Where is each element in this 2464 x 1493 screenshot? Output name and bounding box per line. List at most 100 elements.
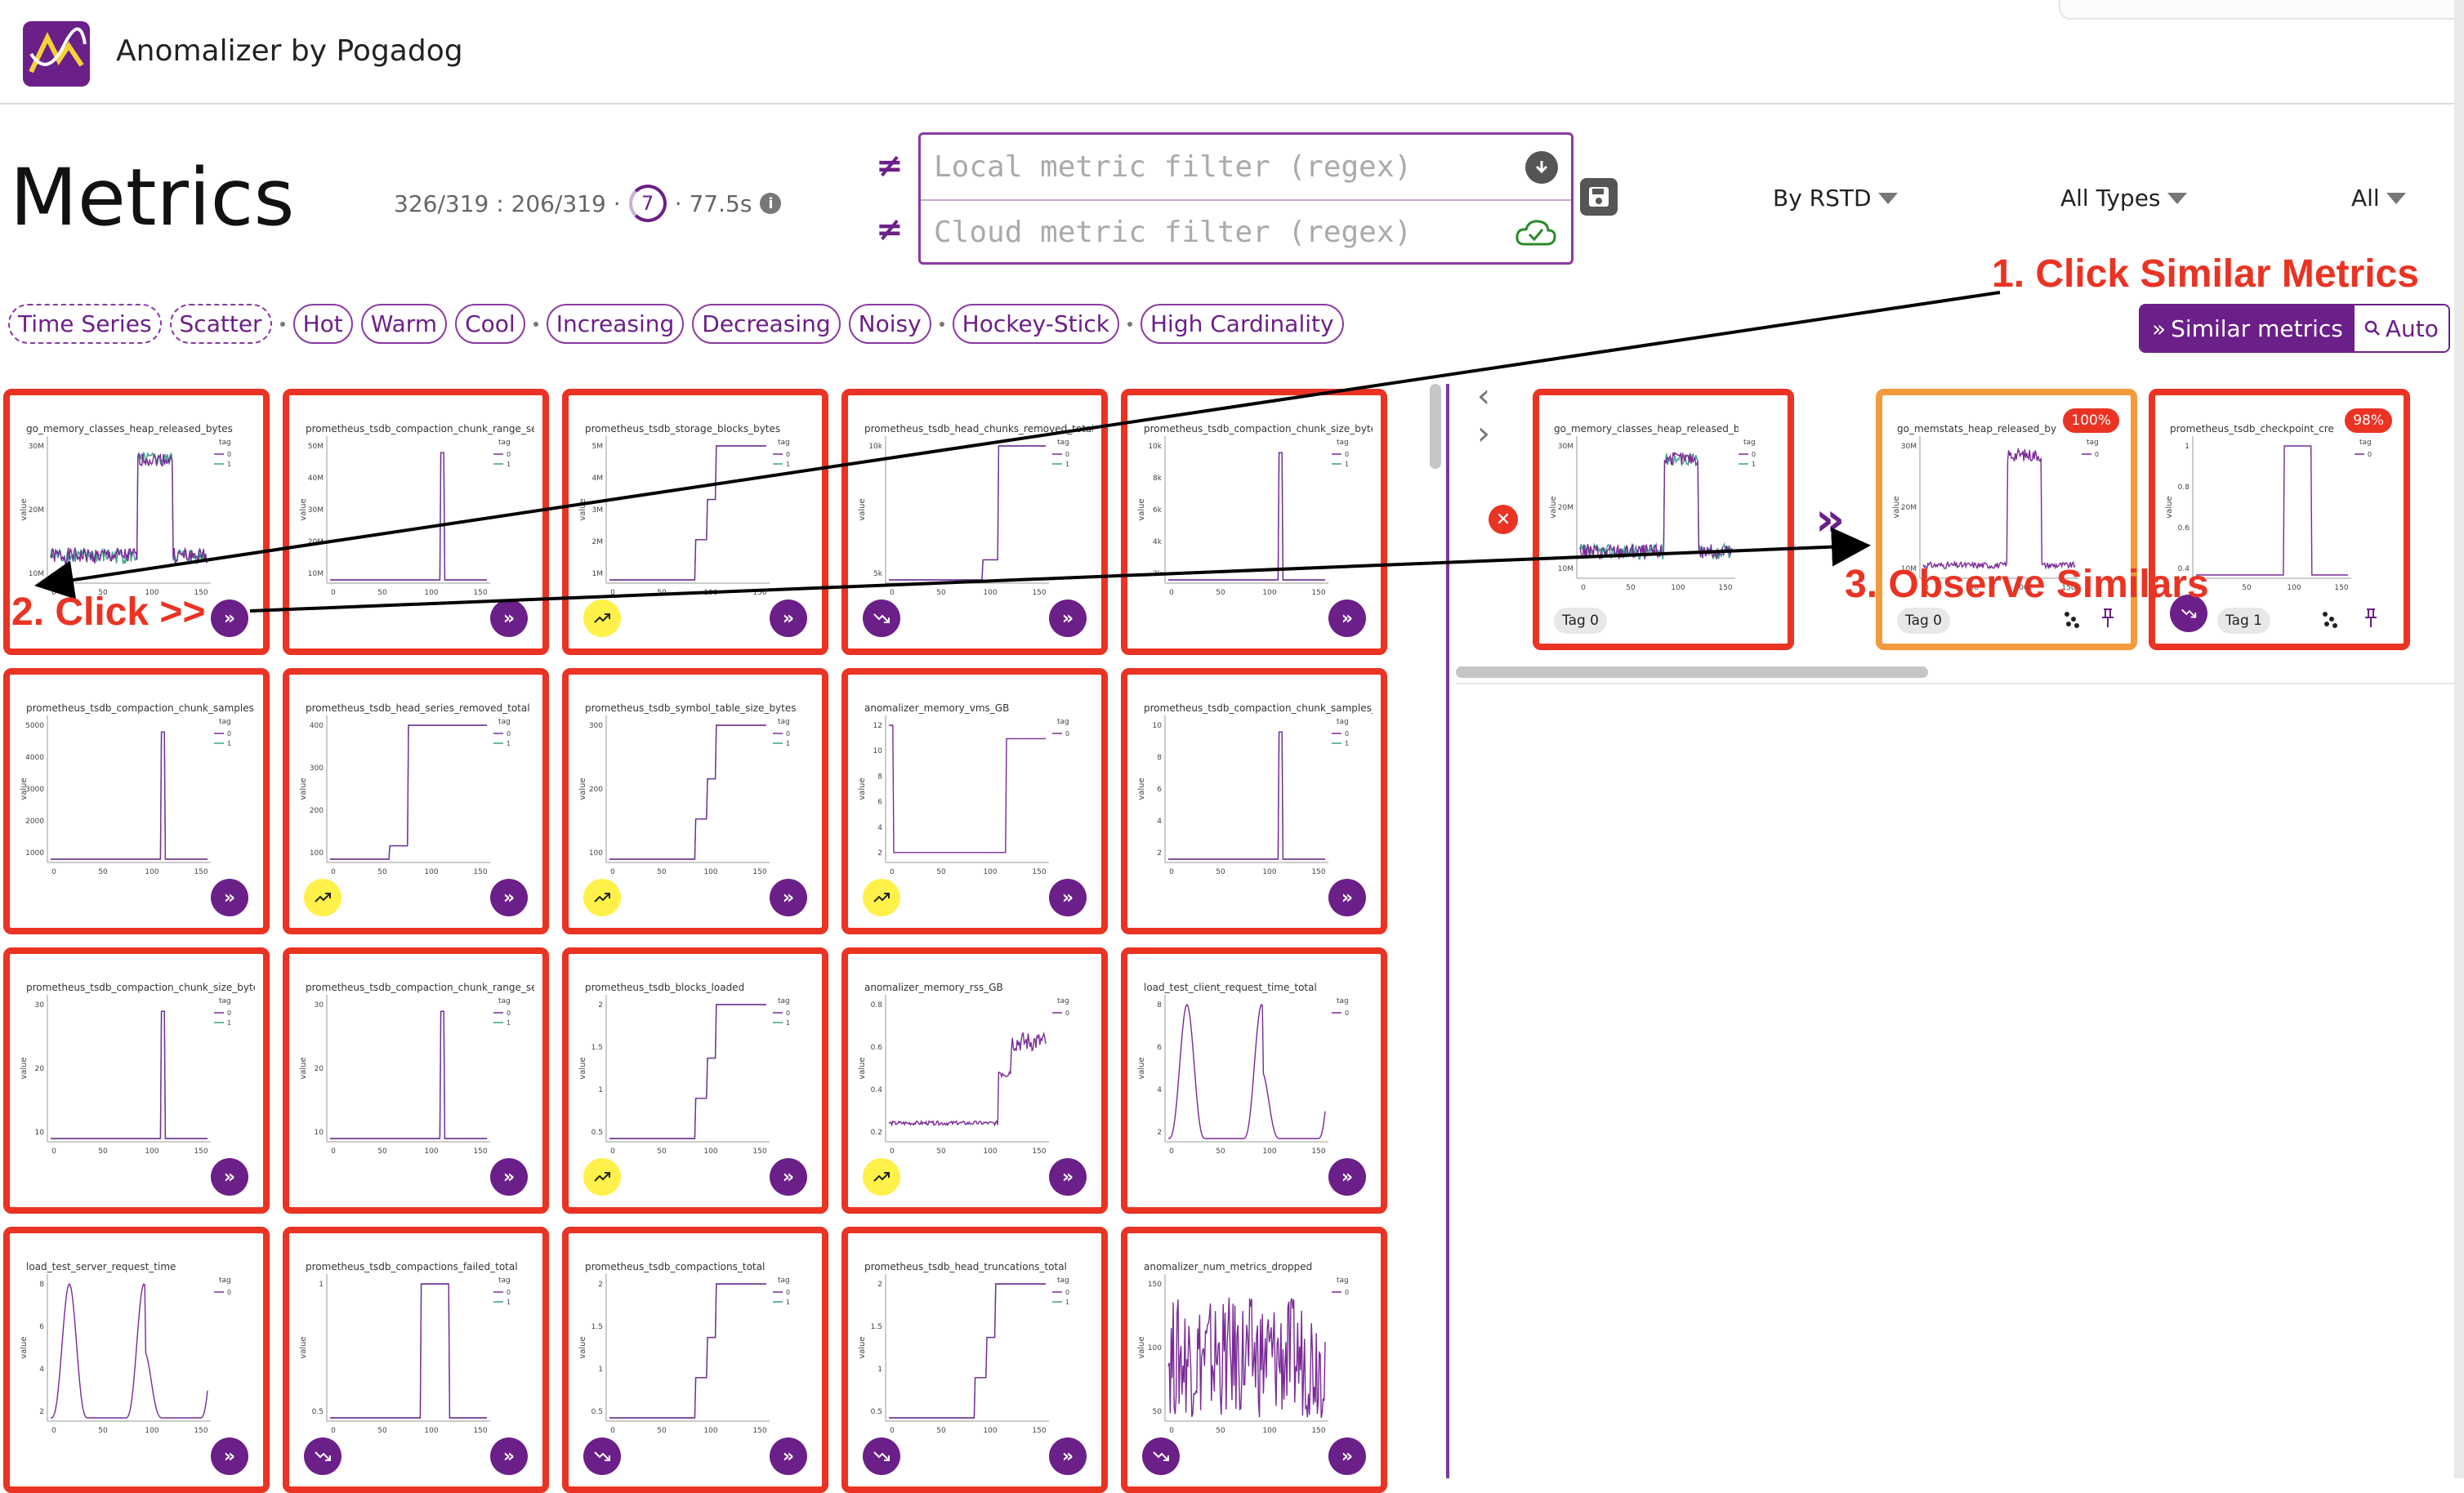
cloud-metric-filter-input[interactable] — [934, 216, 1514, 249]
pin-icon[interactable] — [2100, 608, 2116, 629]
tag-pill[interactable]: Tag 0 — [1897, 608, 1950, 634]
similar-forward-button[interactable]: » — [490, 599, 528, 637]
metric-card[interactable]: 2 1.5 1 0.5 0 50 100 150 value tag 0 1 prometheus_ts… — [562, 947, 828, 1214]
y-tick-label: 12 — [873, 722, 882, 730]
series-line — [1922, 447, 2076, 570]
axis-label: value — [2165, 496, 2174, 518]
legend-label: 0 — [507, 1009, 511, 1017]
trend-up-icon[interactable] — [583, 599, 621, 637]
similar-forward-button[interactable]: » — [1049, 879, 1087, 916]
pin-icon[interactable] — [2363, 608, 2379, 629]
similar-forward-button[interactable]: » — [1328, 1437, 1366, 1475]
chip-cool[interactable]: Cool — [455, 304, 525, 344]
metric-card[interactable]: 10k 5k 0 50 100 150 value tag 0 1 prometheus_tsdb_… — [841, 389, 1108, 655]
chip-hot[interactable]: Hot — [292, 304, 353, 344]
similar-forward-button[interactable]: » — [1049, 1437, 1087, 1475]
similar-forward-button[interactable]: » — [490, 1437, 528, 1475]
metric-title: prometheus_tsdb_blocks_loaded — [585, 982, 745, 993]
metric-card[interactable]: 10k 8k 6k 4k 2k 0 50 100 150 value tag 0 1 prometheus… — [1121, 389, 1387, 655]
similar-forward-button[interactable]: » — [770, 599, 807, 637]
chip-hockey-stick[interactable]: Hockey-Stick — [952, 304, 1119, 344]
tag-pill[interactable]: Tag 0 — [1554, 608, 1607, 634]
similar-metric-card[interactable]: 30M 20M 10M 0 50 100 150 value tag 0 go_memstats_h… — [1876, 389, 2137, 650]
trend-down-icon[interactable] — [304, 1437, 341, 1475]
trend-up-icon[interactable] — [304, 879, 341, 916]
metric-card[interactable]: 12 10 8 6 4 2 0 50 100 150 value tag 0 anomalizer_mem… — [841, 668, 1108, 934]
scatter-icon[interactable] — [2320, 609, 2340, 629]
close-icon[interactable]: ✕ — [1489, 505, 1518, 534]
sort-dropdown[interactable]: By RSTD — [1773, 185, 1898, 212]
similar-forward-button[interactable]: » — [211, 1158, 248, 1196]
metric-card[interactable]: 2 1.5 1 0.5 0 50 100 150 value tag 0 1 prometheus_ts… — [562, 1227, 828, 1493]
trend-up-icon[interactable] — [583, 879, 621, 916]
refresh-ring-indicator[interactable]: 7 — [628, 185, 667, 222]
types-dropdown[interactable]: All Types — [2060, 185, 2187, 212]
trend-down-icon[interactable] — [863, 1437, 900, 1475]
metric-card[interactable]: 8 6 4 2 0 50 100 150 value tag 0 load_test_server_r… — [3, 1227, 270, 1493]
metric-title: load_test_server_request_time — [26, 1261, 176, 1272]
scatter-icon[interactable] — [2062, 609, 2082, 629]
metric-card[interactable]: 400 300 200 100 0 50 100 150 value tag 0 1 prometheu… — [283, 668, 549, 934]
similar-metric-card[interactable]: 1 0.8 0.6 0.4 0 50 100 150 value tag 0 prometheus_t… — [2149, 389, 2410, 650]
metric-card[interactable]: 1 0.5 0 50 100 150 value tag 0 1 prometheus_tsdb_c… — [283, 1227, 549, 1493]
metric-card[interactable]: 50M 40M 30M 20M 10M 0 50 100 150 value tag 0 1 promet… — [283, 389, 549, 655]
metric-card[interactable]: 30 20 10 0 50 100 150 value tag 0 1 prometheus_tsdb… — [283, 947, 549, 1214]
metric-card[interactable]: 0.8 0.6 0.4 0.2 0 50 100 150 value tag 0 anomalizer… — [841, 947, 1108, 1214]
similar-forward-button[interactable]: » — [770, 879, 807, 916]
window-edge — [2454, 0, 2464, 1478]
x-tick-label: 100 — [1262, 589, 1276, 597]
metric-card[interactable]: 30 20 10 0 50 100 150 value tag 0 1 prometheus_tsdb… — [3, 947, 270, 1214]
local-metric-filter-input[interactable] — [934, 150, 1525, 184]
similar-forward-button[interactable]: » — [211, 879, 248, 916]
metric-card[interactable]: 10 8 6 4 2 0 50 100 150 value tag 0 1 prometheus_tsdb… — [1121, 668, 1387, 934]
similar-metric-card[interactable]: 30M 20M 10M 0 50 100 150 value tag 0 1 go_memory_cl… — [1533, 389, 1794, 650]
local-not-equal-toggle[interactable]: ≠ — [876, 147, 904, 185]
chip-high-cardinality[interactable]: High Cardinality — [1140, 304, 1344, 344]
panel-divider[interactable] — [1446, 384, 1449, 1478]
tag-pill[interactable]: Tag 1 — [2217, 608, 2270, 634]
metric-card[interactable]: 5M 4M 3M 2M 1M 0 50 100 150 value tag 0 1 prometheus_… — [562, 389, 828, 655]
all-dropdown[interactable]: All — [2351, 185, 2406, 212]
chip-time-series[interactable]: Time Series — [8, 304, 162, 344]
similar-forward-button[interactable]: » — [1049, 599, 1087, 637]
auto-button[interactable]: Auto — [2354, 305, 2448, 351]
chevron-left-icon[interactable]: ‹ — [1477, 377, 1490, 415]
metric-card[interactable]: 2 1.5 1 0.5 0 50 100 150 value tag 0 1 prometheus_ts… — [841, 1227, 1108, 1493]
y-tick-label: 1 — [319, 1281, 324, 1289]
similar-forward-button[interactable]: » — [770, 1437, 807, 1475]
chip-decreasing[interactable]: Decreasing — [692, 304, 841, 344]
cloud-not-equal-toggle[interactable]: ≠ — [876, 211, 904, 248]
chip-noisy[interactable]: Noisy — [848, 304, 931, 344]
similar-forward-button[interactable]: » — [211, 1437, 248, 1475]
trend-down-icon[interactable] — [583, 1437, 621, 1475]
metric-card[interactable]: 300 200 100 0 50 100 150 value tag 0 1 prometheus_t… — [562, 668, 828, 934]
metric-card[interactable]: 8 6 4 2 0 50 100 150 value tag 0 load_test_client_r… — [1121, 947, 1387, 1214]
chevron-right-icon[interactable]: › — [1477, 415, 1490, 452]
similar-forward-button[interactable]: » — [1049, 1158, 1087, 1196]
similar-metrics-button[interactable]: » Similar metrics — [2140, 305, 2355, 351]
grid-scrollbar[interactable] — [1430, 384, 1441, 469]
download-icon[interactable] — [1525, 150, 1558, 184]
save-icon[interactable] — [1580, 178, 1618, 216]
trend-up-icon[interactable] — [583, 1158, 621, 1196]
chip-increasing[interactable]: Increasing — [546, 304, 685, 344]
trend-down-icon[interactable] — [1142, 1437, 1180, 1475]
trend-up-icon[interactable] — [863, 1158, 900, 1196]
info-icon[interactable]: i — [760, 193, 782, 214]
chip-warm[interactable]: Warm — [360, 304, 448, 344]
similar-forward-button[interactable]: » — [490, 1158, 528, 1196]
similar-forward-button[interactable]: » — [490, 879, 528, 916]
similar-forward-button[interactable]: » — [211, 599, 248, 637]
similar-forward-button[interactable]: » — [1328, 599, 1366, 637]
metric-card[interactable]: 5000 4000 3000 2000 1000 0 50 100 150 value tag 0 1 p… — [3, 668, 270, 934]
similar-forward-button[interactable]: » — [1328, 1158, 1366, 1196]
similar-forward-button[interactable]: » — [1328, 879, 1366, 916]
similar-strip-scrollbar[interactable] — [1456, 666, 1928, 678]
trend-down-icon[interactable] — [863, 599, 900, 637]
similar-forward-button[interactable]: » — [770, 1158, 807, 1196]
cloud-check-icon[interactable] — [1514, 216, 1558, 249]
chip-scatter[interactable]: Scatter — [169, 304, 272, 344]
app-logo[interactable] — [23, 21, 90, 87]
trend-up-icon[interactable] — [863, 879, 900, 916]
metric-card[interactable]: 150 100 50 0 50 100 150 value tag 0 anomalizer_num… — [1121, 1227, 1387, 1493]
